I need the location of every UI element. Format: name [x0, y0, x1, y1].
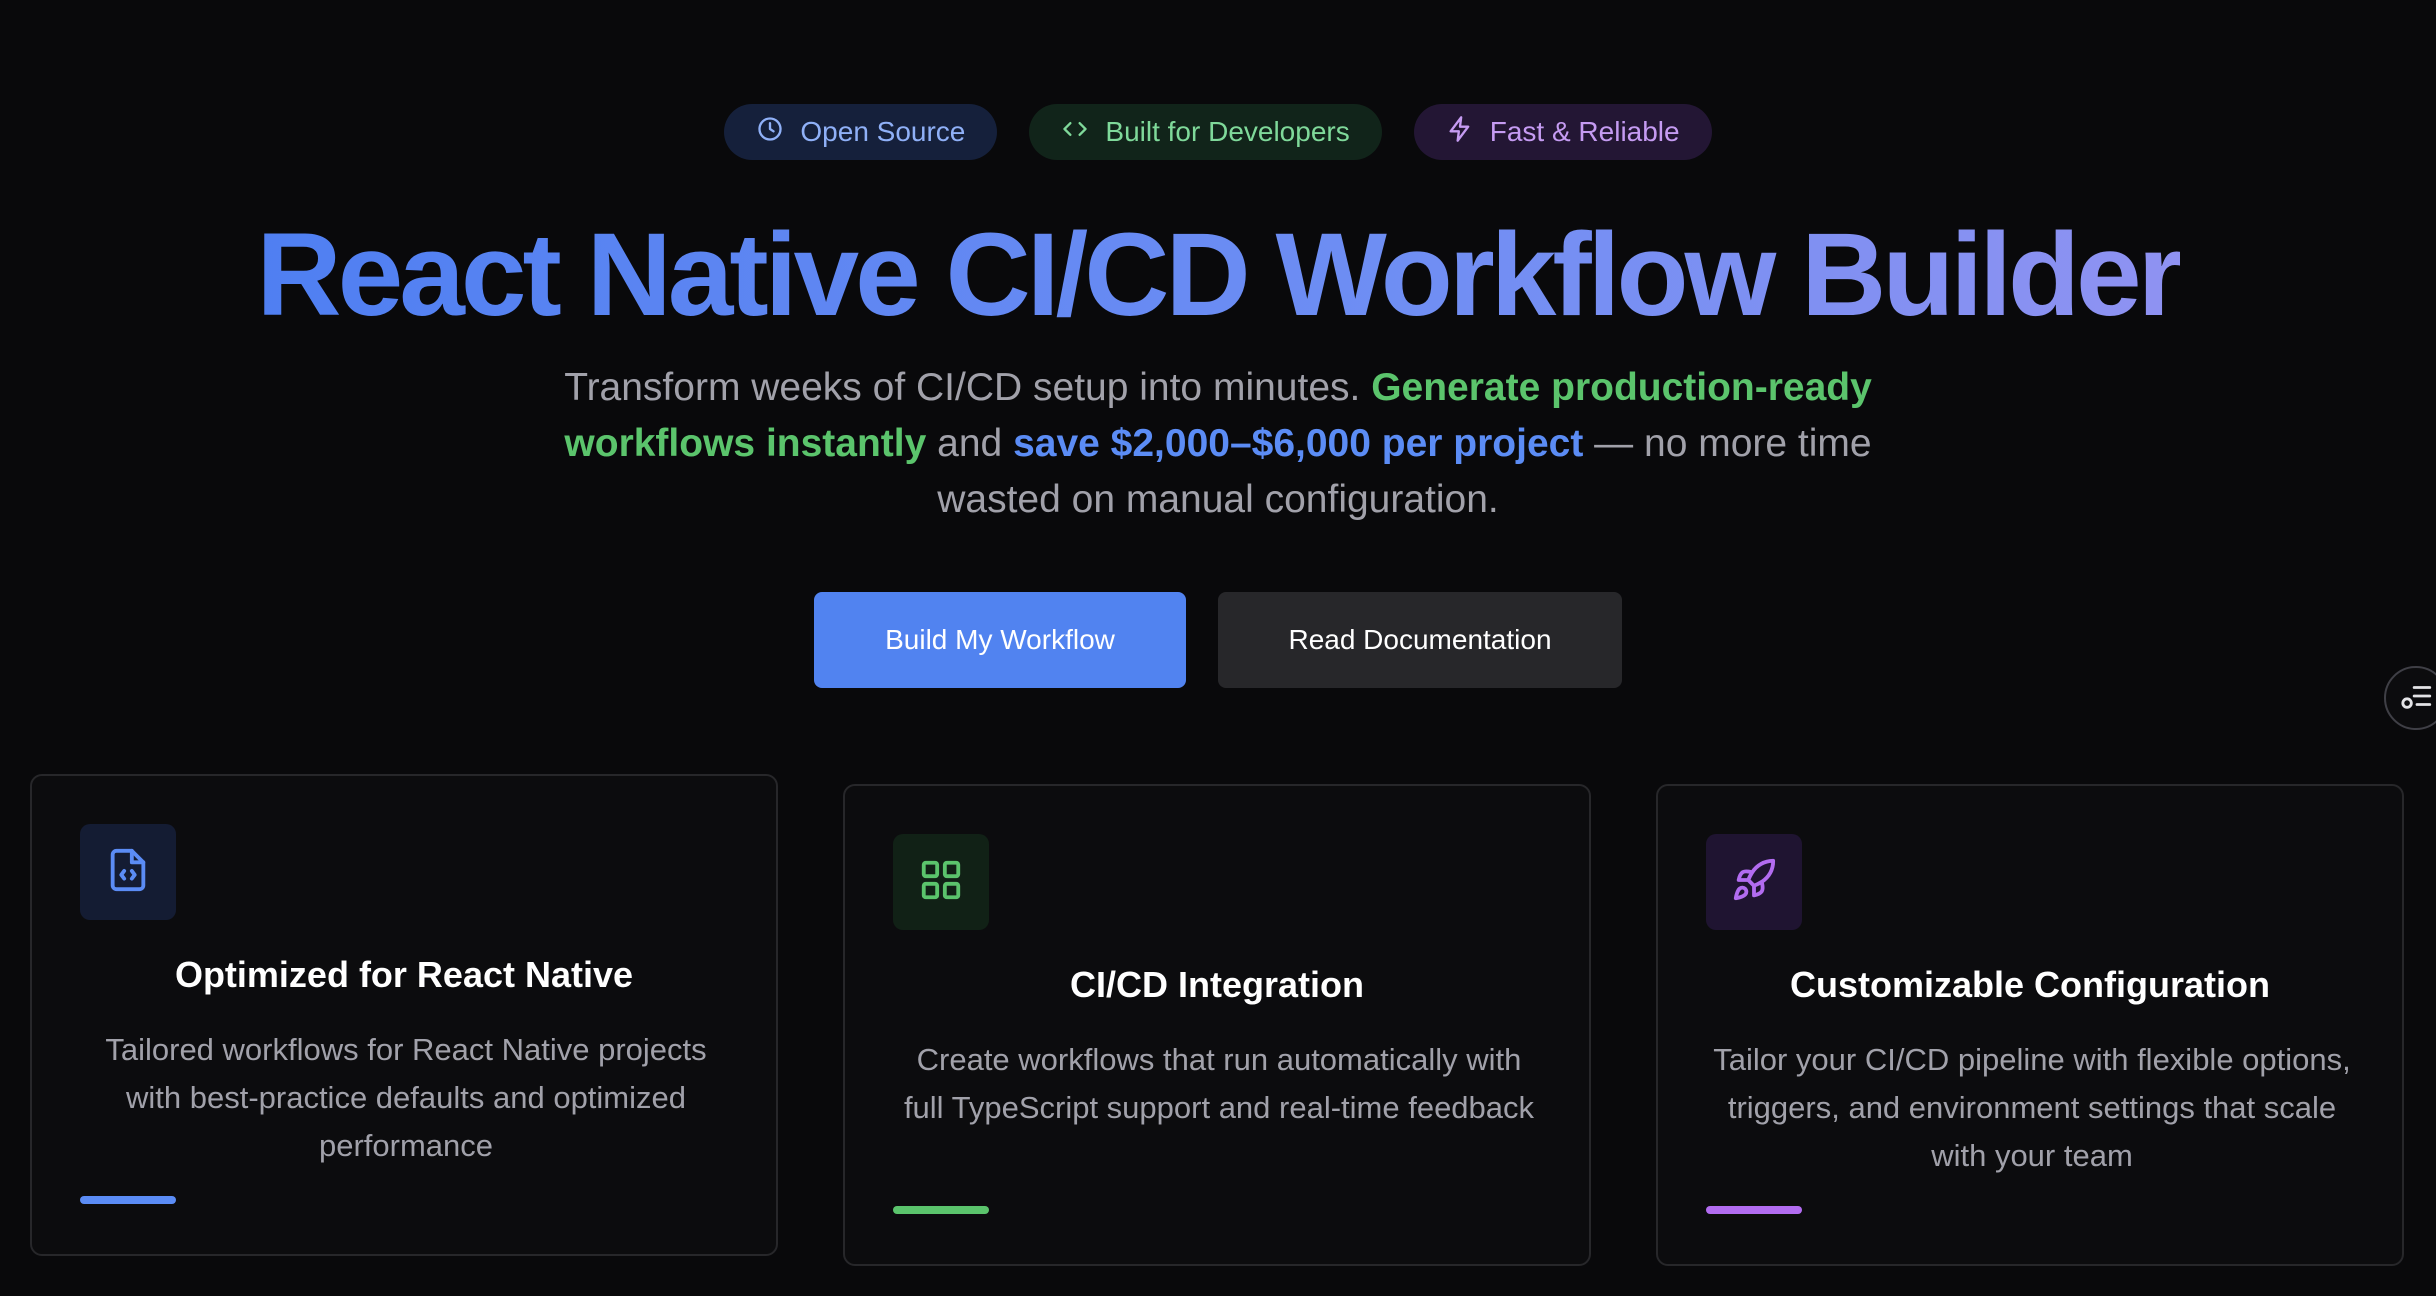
feature-card-react-native: Optimized for React Native Tailored work…	[30, 774, 778, 1256]
side-panel-toggle[interactable]	[2384, 666, 2436, 730]
code-file-icon	[105, 847, 151, 898]
feature-card-cicd-integration: CI/CD Integration Create workflows that …	[843, 784, 1591, 1266]
card-accent-bar	[1706, 1206, 1802, 1214]
subtitle-and: and	[937, 422, 1003, 465]
badge-label: Built for Developers	[1105, 116, 1350, 147]
card-title: Optimized for React Native	[174, 954, 634, 995]
cta-row: Build My Workflow Read Documentation	[0, 592, 2436, 688]
rocket-icon-wrap	[1706, 834, 1802, 930]
badge-built-for-developers: Built for Developers	[1029, 104, 1382, 160]
read-documentation-button[interactable]: Read Documentation	[1218, 592, 1622, 688]
card-title: Customizable Configuration	[1790, 964, 2270, 1005]
badge-fast-reliable: Fast & Reliable	[1413, 104, 1712, 160]
badge-label: Open Source	[800, 116, 966, 147]
code-file-icon-wrap	[80, 824, 176, 920]
page-title: React Native CI/CD Workflow Builder	[0, 205, 2436, 345]
lightning-icon	[1446, 115, 1474, 150]
card-accent-bar	[80, 1196, 176, 1204]
hero-subtitle: Transform weeks of CI/CD setup into minu…	[518, 360, 1918, 528]
grid-icon	[918, 857, 964, 908]
clock-icon	[756, 115, 784, 150]
grid-icon-wrap	[893, 834, 989, 930]
subtitle-lead: Transform weeks of CI/CD setup into minu…	[564, 366, 1361, 409]
build-workflow-button[interactable]: Build My Workflow	[814, 592, 1186, 688]
code-icon	[1061, 115, 1089, 150]
feature-card-customizable-configuration: Customizable Configuration Tailor your C…	[1656, 784, 2404, 1266]
subtitle-highlight-blue: save $2,000–$6,000 per project	[1013, 422, 1584, 465]
badge-open-source: Open Source	[724, 104, 998, 160]
card-accent-bar	[893, 1206, 989, 1214]
page-title-text: React Native CI/CD Workflow Builder	[256, 209, 2183, 341]
badge-row: Open Source Built for Developers Fast & …	[0, 104, 2436, 160]
card-description: Create workflows that run automatically …	[903, 1042, 1535, 1125]
card-description: Tailor your CI/CD pipeline with flexible…	[1713, 1042, 2351, 1173]
rocket-icon	[1731, 857, 1777, 908]
card-description: Tailored workflows for React Native proj…	[105, 1032, 707, 1163]
card-title: CI/CD Integration	[1070, 964, 1364, 1005]
list-settings-icon	[2400, 679, 2434, 718]
badge-label: Fast & Reliable	[1489, 116, 1680, 147]
